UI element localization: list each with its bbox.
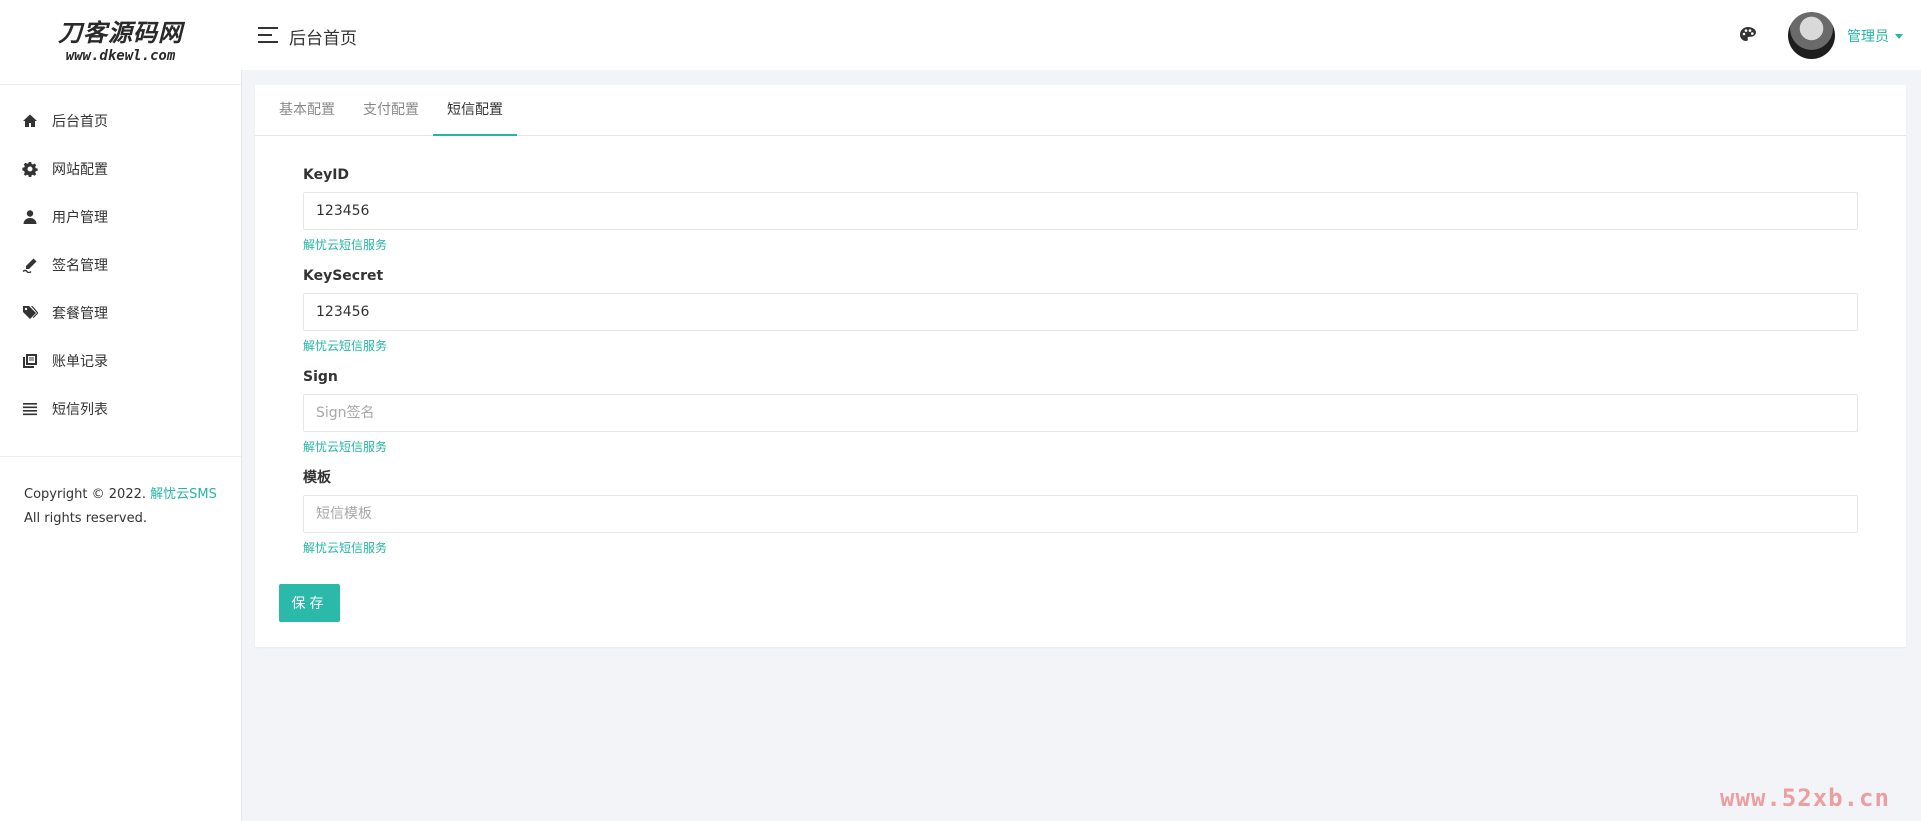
sidebar-item-sms-list[interactable]: 短信列表 (0, 385, 241, 433)
sidebar-item-site-config[interactable]: 网站配置 (0, 145, 241, 193)
form-field-template: 模板 解忧云短信服务 (303, 469, 1858, 557)
gear-icon (22, 161, 38, 177)
field-label: 模板 (303, 470, 331, 486)
field-label: KeyID (303, 167, 350, 183)
user-name: 管理员 (1847, 29, 1889, 45)
logo-url: www.dkewl.com (65, 48, 176, 64)
sidebar-copyright: Copyright © 2022. 解忧云SMS All rights rese… (0, 457, 241, 531)
sidebar-item-label: 账单记录 (52, 354, 108, 370)
form-field-keysecret: KeySecret 解忧云短信服务 (303, 267, 1858, 355)
sidebar-item-label: 套餐管理 (52, 306, 108, 322)
sidebar-item-label: 后台首页 (52, 114, 108, 130)
template-input[interactable] (303, 495, 1858, 533)
user-icon (22, 209, 38, 225)
book-icon (22, 353, 38, 369)
sms-config-form: KeyID 解忧云短信服务 KeySecret 解忧云短信服务 Sign 解忧云… (303, 166, 1858, 557)
sign-input[interactable] (303, 394, 1858, 432)
sidebar-item-label: 用户管理 (52, 210, 108, 226)
menu-toggle-icon[interactable] (258, 27, 278, 43)
copyright-line: Copyright © 2022. 解忧云SMS (24, 483, 241, 507)
help-link[interactable]: 解忧云短信服务 (303, 539, 387, 557)
help-link[interactable]: 解忧云短信服务 (303, 236, 387, 254)
keyid-input[interactable] (303, 192, 1858, 230)
sidebar-item-bills[interactable]: 账单记录 (0, 337, 241, 385)
form-field-sign: Sign 解忧云短信服务 (303, 368, 1858, 456)
tab-basic-config[interactable]: 基本配置 (265, 85, 349, 135)
field-label: KeySecret (303, 268, 384, 284)
top-header: 后台首页 管理员 (241, 0, 1921, 70)
help-link[interactable]: 解忧云短信服务 (303, 337, 387, 355)
tab-sms-config[interactable]: 短信配置 (433, 85, 517, 136)
config-card: 基本配置 支付配置 短信配置 KeyID 解忧云短信服务 KeySecret 解… (255, 85, 1906, 647)
user-menu[interactable]: 管理员 (1847, 26, 1903, 46)
palette-icon[interactable] (1739, 26, 1757, 44)
keysecret-input[interactable] (303, 293, 1858, 331)
sidebar-item-dashboard[interactable]: 后台首页 (0, 97, 241, 145)
sidebar-item-signatures[interactable]: 签名管理 (0, 241, 241, 289)
tags-icon (22, 305, 38, 321)
logo-title: 刀客源码网 (58, 19, 183, 47)
sidebar-item-label: 签名管理 (52, 258, 108, 274)
save-button[interactable]: 保存 (279, 584, 340, 622)
watermark: www.52xb.cn (1720, 784, 1890, 812)
help-link[interactable]: 解忧云短信服务 (303, 438, 387, 456)
copyright-text: Copyright © 2022. (24, 487, 147, 502)
config-tabs: 基本配置 支付配置 短信配置 (255, 85, 1906, 136)
caret-down-icon (1895, 33, 1903, 39)
list-icon (22, 401, 38, 417)
tab-payment-config[interactable]: 支付配置 (349, 85, 433, 135)
avatar[interactable] (1788, 12, 1835, 59)
rights-text: All rights reserved. (24, 511, 147, 526)
form-field-keyid: KeyID 解忧云短信服务 (303, 166, 1858, 254)
field-label: Sign (303, 369, 338, 385)
sidebar-item-packages[interactable]: 套餐管理 (0, 289, 241, 337)
page-title: 后台首页 (289, 29, 357, 49)
copyright-brand-link[interactable]: 解忧云SMS (150, 487, 217, 502)
sidebar-item-label: 短信列表 (52, 402, 108, 418)
home-icon (22, 113, 38, 129)
sidebar: 刀客源码网 www.dkewl.com 后台首页 网站配置 用户管理 签名管理 (0, 0, 242, 821)
signature-icon (22, 257, 38, 273)
logo[interactable]: 刀客源码网 www.dkewl.com (0, 0, 241, 85)
sidebar-item-label: 网站配置 (52, 162, 108, 178)
sidebar-item-users[interactable]: 用户管理 (0, 193, 241, 241)
sidebar-menu: 后台首页 网站配置 用户管理 签名管理 套餐管理 账单记录 短信列表 (0, 85, 241, 433)
